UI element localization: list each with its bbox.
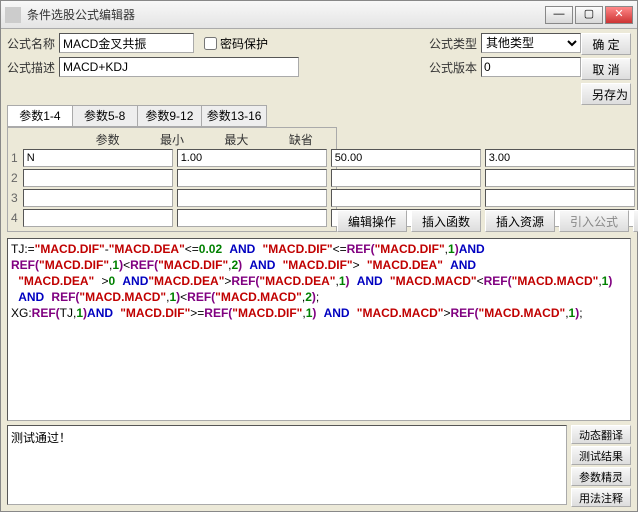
param-min-input[interactable] xyxy=(177,209,327,227)
param-header-min: 最小 xyxy=(140,131,204,148)
test-formula-button[interactable]: 测试公式 xyxy=(633,210,638,232)
import-formula-button[interactable]: 引入公式 xyxy=(559,210,629,232)
param-wizard-button[interactable]: 参数精灵 xyxy=(571,467,631,486)
param-def-input[interactable] xyxy=(485,189,635,207)
param-row: 1 xyxy=(11,148,333,168)
param-row: 3 xyxy=(11,188,333,208)
param-max-input[interactable] xyxy=(331,169,481,187)
tab-params-5-8[interactable]: 参数5-8 xyxy=(73,106,138,126)
param-min-input[interactable] xyxy=(177,189,327,207)
password-checkbox-input[interactable] xyxy=(204,37,217,50)
status-output: 测试通过！ xyxy=(7,425,567,505)
password-label: 密码保护 xyxy=(220,35,268,52)
param-max-input[interactable] xyxy=(331,189,481,207)
usage-note-button[interactable]: 用法注释 xyxy=(571,488,631,507)
maximize-button[interactable]: ▢ xyxy=(575,6,603,24)
param-name-input[interactable] xyxy=(23,169,173,187)
app-icon xyxy=(5,7,21,23)
window-body: 公式名称 密码保护 公式类型 其他类型 公式描述 公式 xyxy=(1,29,637,511)
param-header-name: 参数 xyxy=(75,131,139,148)
formula-desc-input[interactable] xyxy=(59,57,299,77)
desc-label: 公式描述 xyxy=(7,59,55,76)
insert-func-button[interactable]: 插入函数 xyxy=(411,210,481,232)
param-min-input[interactable] xyxy=(177,169,327,187)
param-grid: 参数 最小 最大 缺省 1 2 3 4 xyxy=(7,127,337,232)
dyn-trans-button[interactable]: 动态翻译 xyxy=(571,425,631,444)
param-name-input[interactable] xyxy=(23,149,173,167)
window-title: 条件选股公式编辑器 xyxy=(27,6,545,23)
param-tabs: 参数1-4 参数5-8 参数9-12 参数13-16 xyxy=(7,105,267,127)
password-checkbox[interactable]: 密码保护 xyxy=(204,35,268,52)
param-row-num: 3 xyxy=(11,191,21,205)
param-name-input[interactable] xyxy=(23,189,173,207)
param-row-num: 4 xyxy=(11,211,21,225)
titlebar[interactable]: 条件选股公式编辑器 — ▢ ✕ xyxy=(1,1,637,29)
formula-name-input[interactable] xyxy=(59,33,194,53)
type-label: 公式类型 xyxy=(429,35,477,52)
param-def-input[interactable] xyxy=(485,169,635,187)
formula-editor-window: 条件选股公式编辑器 — ▢ ✕ 公式名称 密码保护 公式类型 其 xyxy=(0,0,638,512)
param-max-input[interactable] xyxy=(331,149,481,167)
param-def-input[interactable] xyxy=(485,149,635,167)
ok-button[interactable]: 确 定 xyxy=(581,33,631,55)
minimize-button[interactable]: — xyxy=(545,6,573,24)
param-row: 4 xyxy=(11,208,333,228)
version-label: 公式版本 xyxy=(429,59,477,76)
cancel-button[interactable]: 取 消 xyxy=(581,58,631,80)
param-header-max: 最大 xyxy=(204,131,268,148)
param-min-input[interactable] xyxy=(177,149,327,167)
param-row-num: 1 xyxy=(11,151,21,165)
param-row-num: 2 xyxy=(11,171,21,185)
edit-op-button[interactable]: 编辑操作 xyxy=(337,210,407,232)
test-result-button[interactable]: 测试结果 xyxy=(571,446,631,465)
formula-version-input[interactable] xyxy=(481,57,581,77)
code-editor[interactable]: TJ:="MACD.DIF"-"MACD.DEA"<=0.02 AND "MAC… xyxy=(7,238,631,421)
tab-params-9-12[interactable]: 参数9-12 xyxy=(138,106,203,126)
name-label: 公式名称 xyxy=(7,35,55,52)
tab-params-13-16[interactable]: 参数13-16 xyxy=(202,106,266,126)
param-header-def: 缺省 xyxy=(269,131,333,148)
param-row: 2 xyxy=(11,168,333,188)
tab-params-1-4[interactable]: 参数1-4 xyxy=(8,106,73,126)
saveas-button[interactable]: 另存为 xyxy=(581,83,631,105)
formula-type-select[interactable]: 其他类型 xyxy=(481,33,581,53)
insert-res-button[interactable]: 插入资源 xyxy=(485,210,555,232)
close-button[interactable]: ✕ xyxy=(605,6,633,24)
param-name-input[interactable] xyxy=(23,209,173,227)
